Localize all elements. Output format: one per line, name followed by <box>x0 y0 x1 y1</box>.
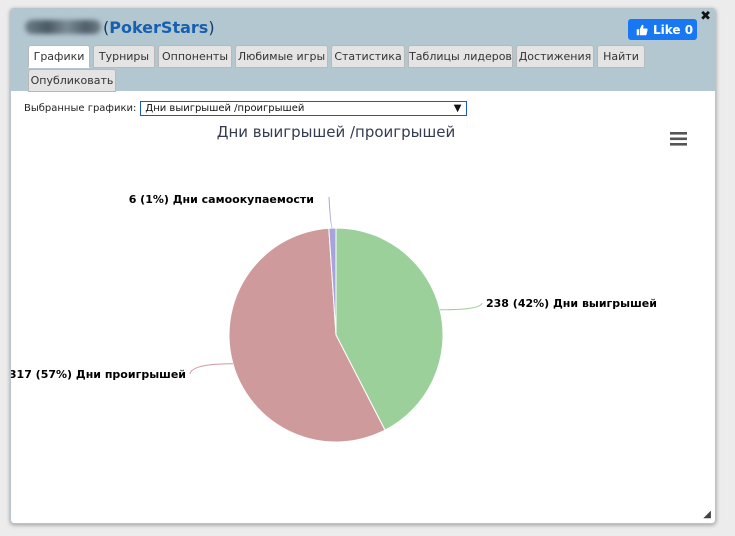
pie-chart: Дни выигрышей /проигрышей 238 (42%) Дни … <box>11 123 687 443</box>
hamburger-menu-icon[interactable] <box>670 132 687 146</box>
slice-data-label: 6 (1%) Дни самоокупаемости <box>129 193 314 206</box>
slice-data-label: 238 (42%) Дни выигрышей <box>486 297 657 310</box>
resize-handle-icon[interactable]: ◢ <box>703 509 711 520</box>
stats-window: (PokerStars) Like 0 ✖ Графики Турниры Оп… <box>10 8 716 524</box>
chart-title: Дни выигрышей /проигрышей <box>217 123 455 141</box>
slice-data-label: 317 (57%) Дни проигрышей <box>11 368 186 381</box>
slice-connector-line <box>328 196 333 229</box>
slice-connector-line <box>189 363 233 375</box>
slice-connector-line <box>439 302 483 311</box>
